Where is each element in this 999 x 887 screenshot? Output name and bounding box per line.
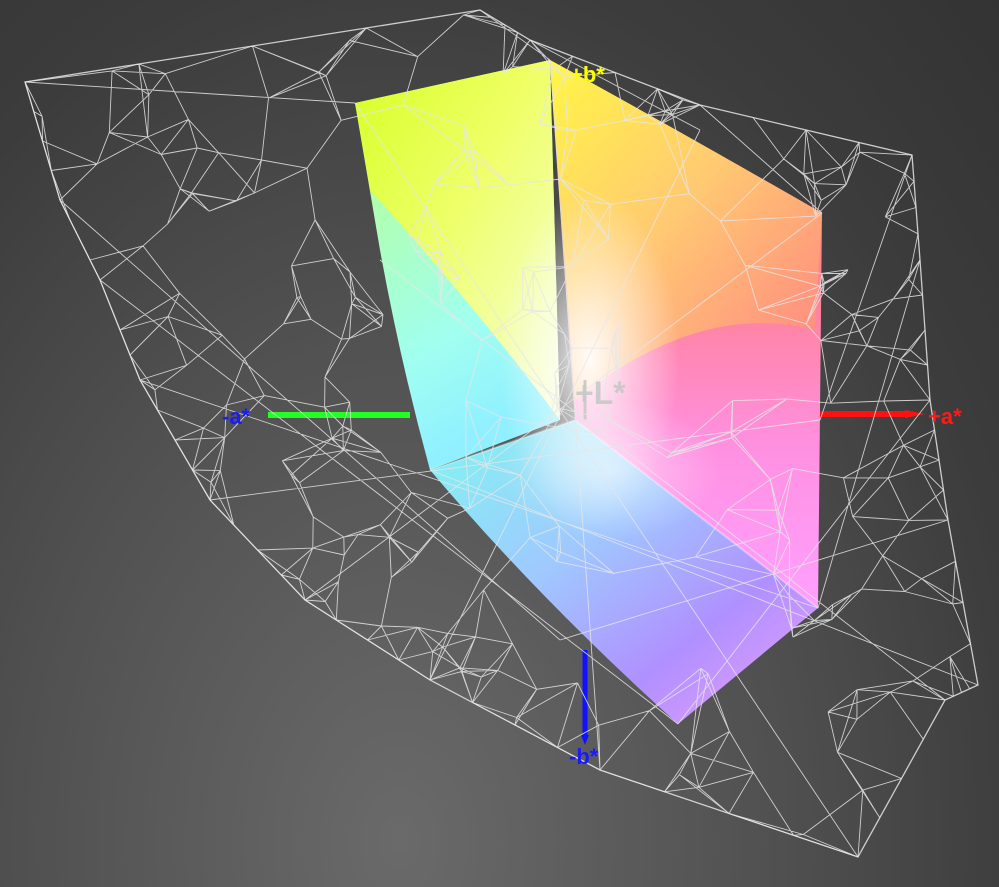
gamut-viewer[interactable]: +b* -a* +a* -b* +L* [0, 0, 999, 887]
axis-label-plus-a: +a* [928, 404, 962, 429]
axis-label-plus-b: +b* [570, 62, 605, 87]
axis-label-minus-b: -b* [569, 744, 599, 769]
gamut-3d-scene[interactable]: +b* -a* +a* -b* +L* [0, 0, 999, 887]
axis-label-plus-l: +L* [575, 375, 626, 411]
axis-label-minus-a: -a* [222, 404, 251, 429]
